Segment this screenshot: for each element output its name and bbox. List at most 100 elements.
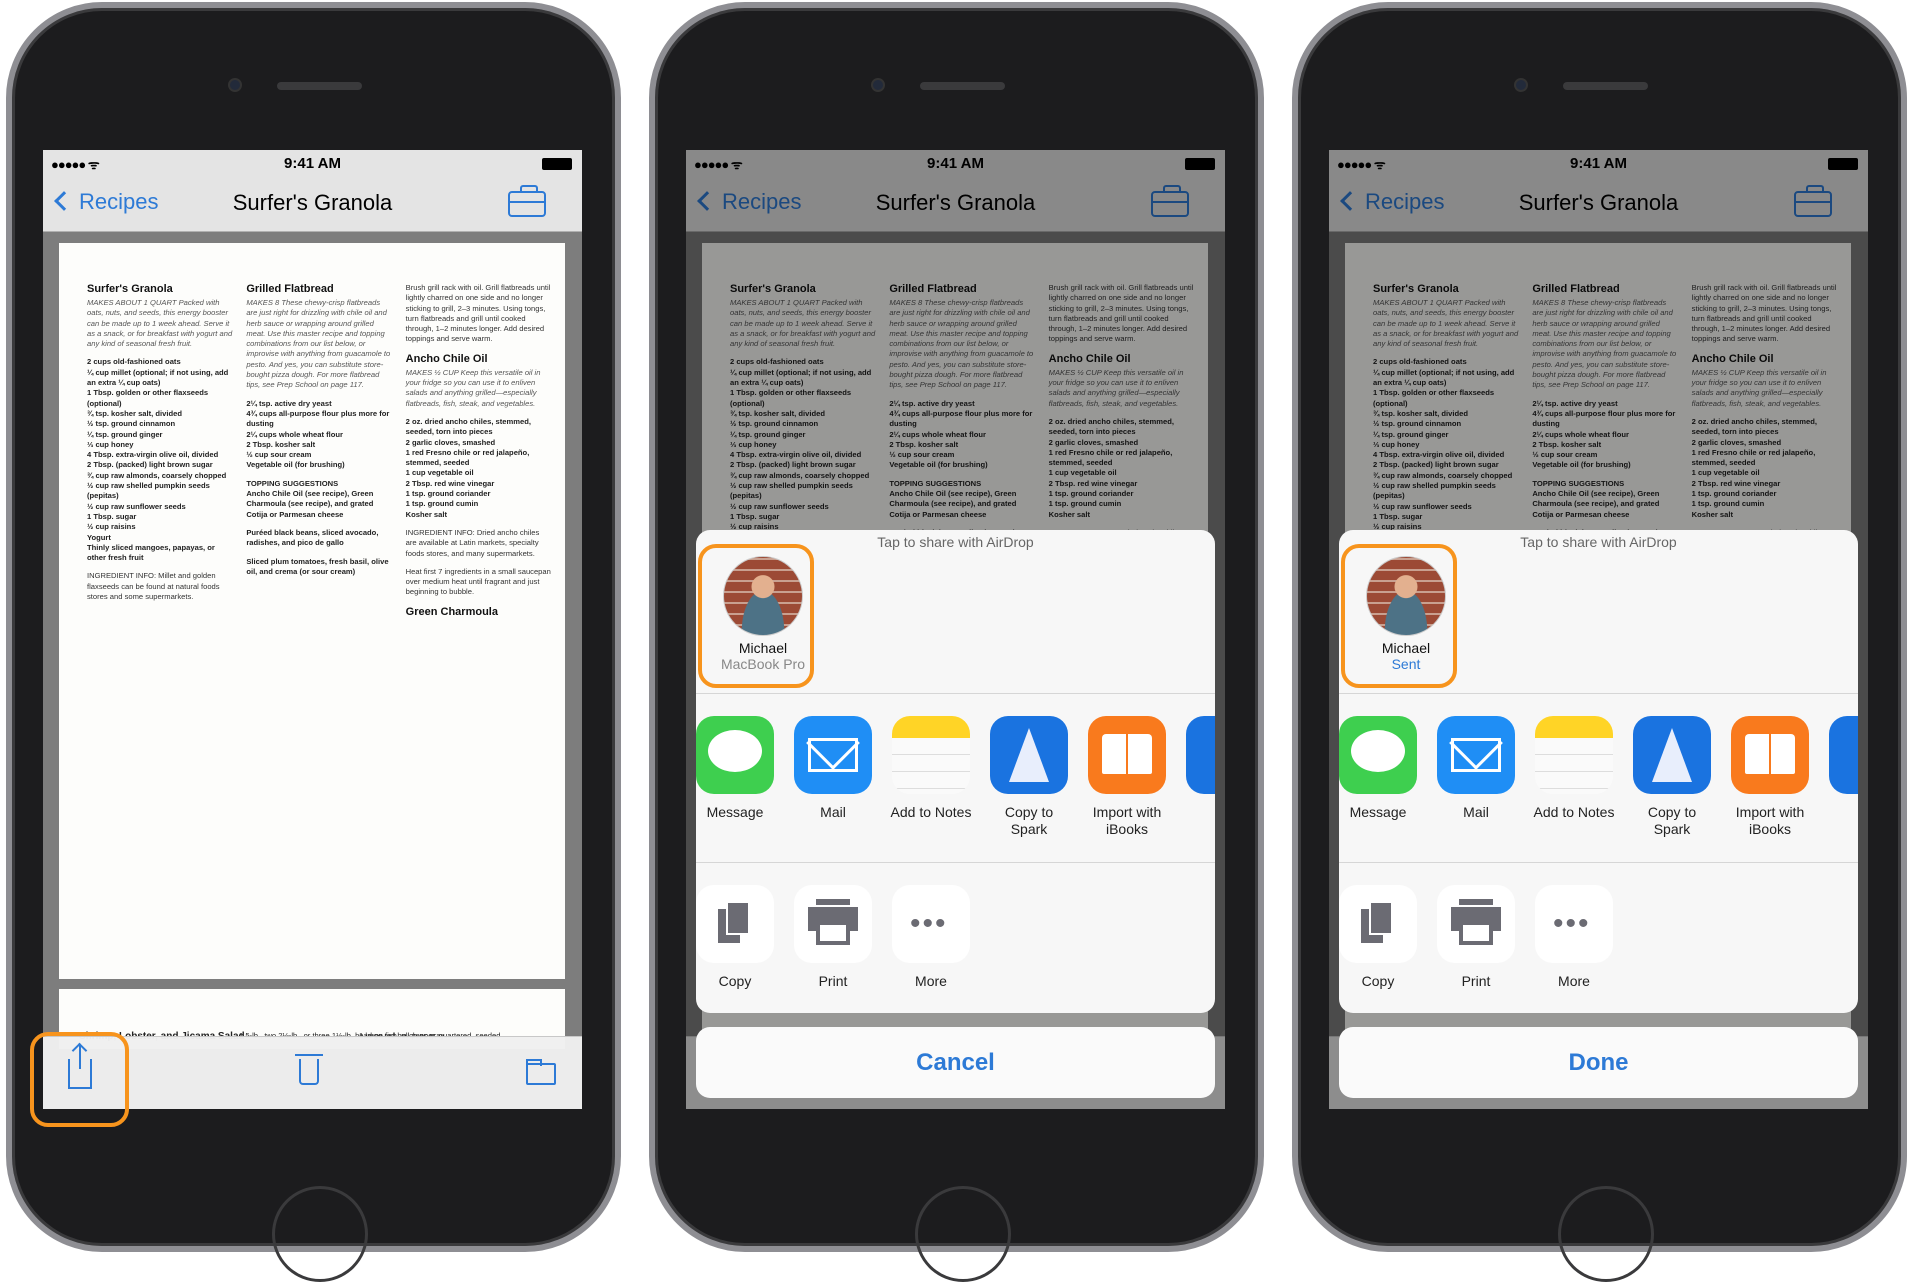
recipe-heading: Green Charmoula bbox=[405, 605, 498, 618]
app-label: In bbox=[1176, 804, 1215, 821]
recipe-text: INGREDIENT INFO: Dried ancho chiles are … bbox=[405, 527, 540, 558]
more-icon: ••• bbox=[1535, 885, 1613, 963]
recipe-text: 2 oz. dried ancho chiles, stemmed, seede… bbox=[405, 416, 531, 437]
app-label: Copy to Spark bbox=[1004, 804, 1054, 837]
done-button[interactable]: Done bbox=[1339, 1027, 1858, 1098]
divider bbox=[1339, 693, 1858, 694]
share-app-import-with-ibooks[interactable]: Import with iBooks bbox=[1721, 716, 1819, 838]
cancel-button[interactable]: Cancel bbox=[696, 1027, 1215, 1098]
recipe-text: Yogurt bbox=[87, 532, 111, 542]
recipe-text: Vegetable oil (for brushing) bbox=[246, 460, 345, 470]
recipe-text: 1 tsp. ground cumin bbox=[405, 499, 479, 509]
nav-title: Surfer's Granola bbox=[232, 190, 393, 215]
action-more[interactable]: ••• More bbox=[1525, 885, 1623, 990]
document-column: Grilled Flatbread MAKES 8 These chewy-cri… bbox=[246, 283, 391, 979]
iphone-3: ●●●●● ᯤ 9:41 AM Recipes Surfer's Granola Sur… bbox=[1292, 2, 1907, 1282]
recipe-text: Brush grill rack with oil. Grill flatbre… bbox=[405, 283, 551, 344]
recipe-heading: Ancho Chile Oil bbox=[405, 352, 488, 365]
share-app-add-to-notes[interactable]: Add to Notes bbox=[882, 716, 980, 821]
home-button[interactable] bbox=[1558, 1186, 1654, 1282]
app-label: Add to Notes bbox=[890, 804, 972, 820]
recipe-heading: Grilled Flatbread bbox=[246, 283, 334, 295]
spark-icon bbox=[990, 716, 1068, 794]
home-button[interactable] bbox=[915, 1186, 1011, 1282]
recipe-text: 2 garlic cloves, smashed bbox=[405, 437, 496, 447]
divider bbox=[696, 693, 1215, 694]
app-icon bbox=[1186, 716, 1215, 794]
action-label: Print bbox=[1461, 973, 1491, 989]
recipe-text: Kosher salt bbox=[405, 509, 448, 519]
trash-icon[interactable] bbox=[295, 1054, 323, 1085]
share-app-message[interactable]: Message bbox=[1339, 716, 1427, 821]
app-icon bbox=[1829, 716, 1858, 794]
recipe-text: 4 Tbsp. extra-virgin olive oil, divided bbox=[87, 450, 219, 460]
ibooks-icon bbox=[1088, 716, 1166, 794]
print-icon bbox=[794, 885, 872, 963]
recipe-text: Heat first 7 ingredients in a small sauc… bbox=[405, 566, 551, 597]
divider bbox=[1339, 862, 1858, 863]
recipe-text: 2 Tbsp. (packed) light brown sugar bbox=[87, 460, 213, 470]
recipe-text: TOPPING SUGGESTIONS bbox=[246, 478, 339, 488]
action-copy[interactable]: Copy bbox=[696, 885, 784, 990]
recipe-text: 1 tsp. ground coriander bbox=[405, 489, 491, 499]
ibooks-icon bbox=[1731, 716, 1809, 794]
status-time: 9:41 AM bbox=[284, 155, 341, 172]
recipe-text: Puréed black beans, sliced avocado, radi… bbox=[246, 527, 379, 548]
share-app-in[interactable]: In bbox=[1176, 716, 1215, 821]
home-button[interactable] bbox=[272, 1186, 368, 1282]
messages-icon bbox=[696, 716, 774, 794]
recipe-text: 1 Tbsp. golden or other flaxseeds (optio… bbox=[87, 388, 209, 408]
share-app-message[interactable]: Message bbox=[696, 716, 784, 821]
recipe-text: 2 cups old-fashioned oats bbox=[87, 357, 181, 367]
share-app-mail[interactable]: Mail bbox=[784, 716, 882, 821]
action-print[interactable]: Print bbox=[784, 885, 882, 990]
action-label: More bbox=[1558, 973, 1590, 989]
earpiece-speaker bbox=[277, 82, 362, 90]
front-camera bbox=[228, 78, 242, 92]
app-label: Copy to Spark bbox=[1647, 804, 1697, 837]
more-icon: ••• bbox=[892, 885, 970, 963]
screen: ●●●●● ᯤ 9:41 AM Recipes Surfer's Granola Sur… bbox=[686, 150, 1225, 1109]
toolbox-icon[interactable] bbox=[508, 185, 546, 217]
action-copy[interactable]: Copy bbox=[1339, 885, 1427, 990]
recipe-text: 1 Tbsp. sugar bbox=[87, 511, 137, 521]
action-label: Copy bbox=[718, 973, 752, 989]
folder-icon[interactable] bbox=[526, 1059, 556, 1085]
navigation-bar: Recipes Surfer's Granola bbox=[43, 177, 582, 232]
action-more[interactable]: ••• More bbox=[882, 885, 980, 990]
share-app-mail[interactable]: Mail bbox=[1427, 716, 1525, 821]
share-app-import-with-ibooks[interactable]: Import with iBooks bbox=[1078, 716, 1176, 838]
share-app-add-to-notes[interactable]: Add to Notes bbox=[1525, 716, 1623, 821]
app-label: In bbox=[1819, 804, 1858, 821]
notes-icon bbox=[1535, 716, 1613, 794]
mail-icon bbox=[1437, 716, 1515, 794]
divider bbox=[696, 862, 1215, 863]
app-label: Mail bbox=[820, 804, 846, 820]
recipe-text: 1 cup vegetable oil bbox=[405, 468, 474, 478]
recipe-text: Ancho Chile Oil (see recipe), Green Char… bbox=[246, 489, 374, 519]
share-app-copy-to-spark[interactable]: Copy to Spark bbox=[980, 716, 1078, 838]
messages-icon bbox=[1339, 716, 1417, 794]
recipe-text: ½ tsp. ground cinnamon bbox=[87, 419, 176, 429]
app-label: Import with iBooks bbox=[1735, 804, 1805, 837]
share-app-in[interactable]: In bbox=[1819, 716, 1858, 821]
earpiece-speaker bbox=[920, 82, 1005, 90]
airdrop-peer-highlight bbox=[698, 544, 814, 688]
action-label: Copy bbox=[1361, 973, 1395, 989]
front-camera bbox=[1514, 78, 1528, 92]
screen: ●●●●● ᯤ 9:41 AM Recipes Surfer's Granola Sur… bbox=[1329, 150, 1868, 1109]
share-app-copy-to-spark[interactable]: Copy to Spark bbox=[1623, 716, 1721, 838]
recipe-text: Thinly sliced mangoes, papayas, or other… bbox=[87, 542, 215, 563]
recipe-text: 2¼ cups whole wheat flour bbox=[246, 429, 343, 439]
action-label: Print bbox=[818, 973, 848, 989]
recipe-text: MAKES ABOUT 1 QUART Packed with oats, nu… bbox=[87, 298, 233, 349]
action-print[interactable]: Print bbox=[1427, 885, 1525, 990]
